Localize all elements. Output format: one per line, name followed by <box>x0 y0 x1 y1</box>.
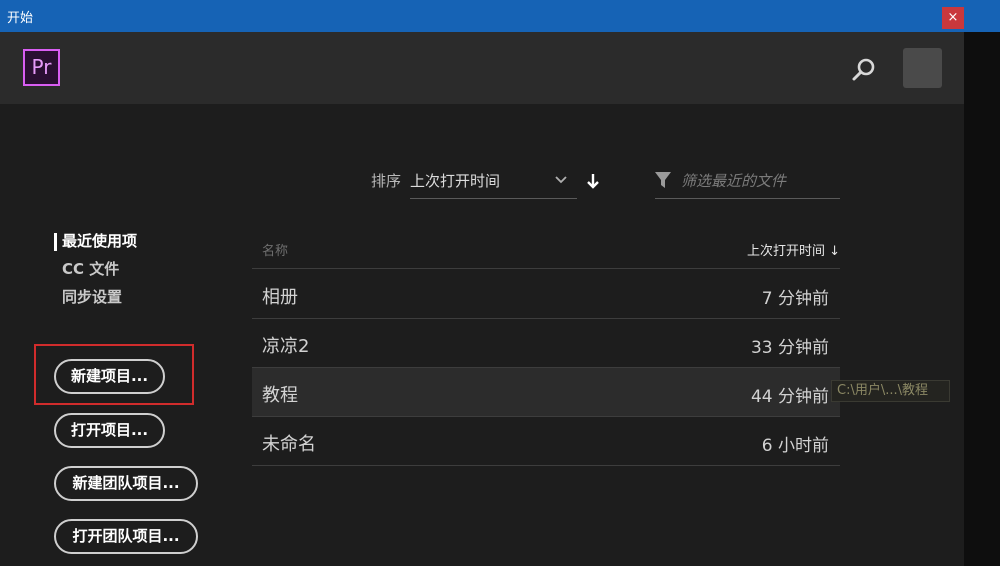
file-name: 凉凉2 <box>262 336 310 357</box>
new-team-project-button[interactable]: 新建团队项目... <box>54 466 198 501</box>
sort-direction-icon[interactable] <box>585 172 601 190</box>
list-item[interactable]: 相册 7 分钟前 <box>252 270 840 319</box>
chevron-down-icon <box>555 176 567 184</box>
column-name[interactable]: 名称 <box>262 240 288 259</box>
sort-dropdown[interactable]: 上次打开时间 <box>410 166 577 199</box>
nav-item-sync-settings[interactable]: 同步设置 <box>62 286 122 307</box>
window-title: 开始 <box>7 11 34 26</box>
funnel-icon <box>655 172 671 188</box>
file-time: 6 小时前 <box>761 436 829 456</box>
file-name: 未命名 <box>262 434 316 455</box>
header-bar: Pr <box>0 32 964 104</box>
close-button[interactable]: × <box>942 7 964 29</box>
list-item[interactable]: 教程 44 分钟前 <box>252 368 840 417</box>
path-tooltip: C:\用户\...\教程 <box>831 380 950 402</box>
search-icon[interactable] <box>848 54 880 86</box>
file-name: 相册 <box>262 287 298 308</box>
list-item[interactable]: 未命名 6 小时前 <box>252 417 840 466</box>
file-time: 7 分钟前 <box>761 289 829 309</box>
list-header: 名称 上次打开时间 ↓ <box>252 229 840 269</box>
title-bar: 开始 × <box>0 0 1000 32</box>
filter-input[interactable] <box>681 170 836 192</box>
filter-field[interactable] <box>655 166 840 199</box>
sort-value: 上次打开时间 <box>410 172 501 190</box>
list-item[interactable]: 凉凉2 33 分钟前 <box>252 319 840 368</box>
nav-item-cc-files[interactable]: CC 文件 <box>62 258 119 279</box>
active-indicator <box>54 233 57 251</box>
file-name: 教程 <box>262 385 298 406</box>
open-team-project-button[interactable]: 打开团队项目... <box>54 519 198 554</box>
file-time: 44 分钟前 <box>750 387 829 407</box>
open-project-button[interactable]: 打开项目... <box>54 413 165 448</box>
nav-item-recent[interactable]: 最近使用项 <box>62 230 137 251</box>
premiere-logo: Pr <box>23 49 60 86</box>
file-time: 33 分钟前 <box>750 338 829 358</box>
new-project-button[interactable]: 新建项目... <box>54 359 165 394</box>
sort-label: 排序 <box>371 172 402 190</box>
avatar[interactable] <box>903 48 942 88</box>
background-strip <box>964 32 1000 566</box>
column-last-opened[interactable]: 上次打开时间 ↓ <box>747 240 840 259</box>
